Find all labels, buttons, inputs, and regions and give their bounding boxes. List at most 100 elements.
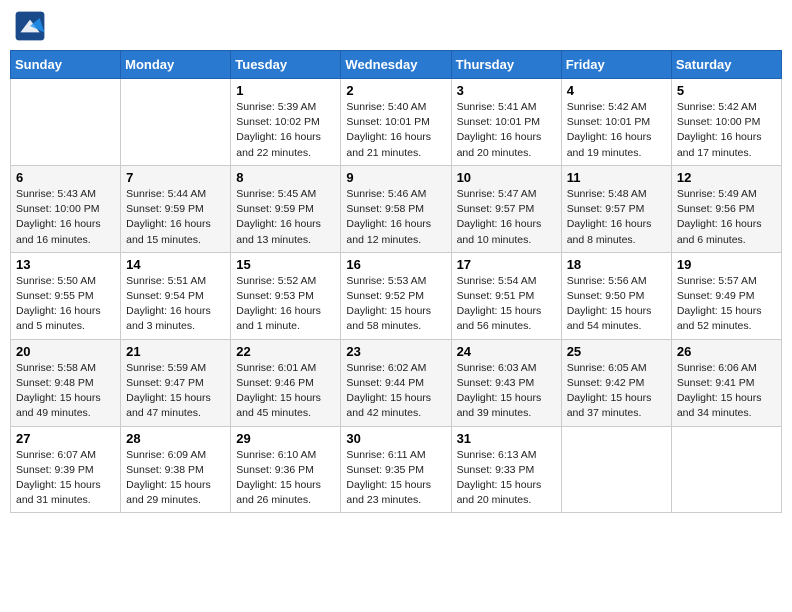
day-info: Sunrise: 5:46 AM Sunset: 9:58 PM Dayligh…	[346, 187, 445, 248]
day-cell: 17 Sunrise: 5:54 AM Sunset: 9:51 PM Dayli…	[451, 252, 561, 339]
day-info: Sunrise: 5:45 AM Sunset: 9:59 PM Dayligh…	[236, 187, 335, 248]
day-cell: 12Sunrise: 5:49 AM Sunset: 9:56 PM Dayli…	[671, 165, 781, 252]
day-cell: 31 Sunrise: 6:13 AM Sunset: 9:33 PM Dayli…	[451, 426, 561, 513]
day-info: Sunrise: 6:05 AM Sunset: 9:42 PM Dayligh…	[567, 361, 666, 422]
day-cell: 1 Sunrise: 5:39 AM Sunset: 10:02 PM Dayli…	[231, 79, 341, 166]
day-cell: 13 Sunrise: 5:50 AM Sunset: 9:55 PM Dayli…	[11, 252, 121, 339]
day-info: Sunrise: 5:54 AM Sunset: 9:51 PM Dayligh…	[457, 274, 556, 335]
week-row-4: 20Sunrise: 5:58 AM Sunset: 9:48 PM Dayli…	[11, 339, 782, 426]
day-number: 15	[236, 257, 335, 272]
week-row-1: 1 Sunrise: 5:39 AM Sunset: 10:02 PM Dayli…	[11, 79, 782, 166]
day-cell: 14 Sunrise: 5:51 AM Sunset: 9:54 PM Dayli…	[121, 252, 231, 339]
day-info: Sunrise: 5:41 AM Sunset: 10:01 PM Daylig…	[457, 100, 556, 161]
calendar-table: SundayMondayTuesdayWednesdayThursdayFrid…	[10, 50, 782, 513]
day-cell: 4 Sunrise: 5:42 AM Sunset: 10:01 PM Dayli…	[561, 79, 671, 166]
day-cell: 21Sunrise: 5:59 AM Sunset: 9:47 PM Dayli…	[121, 339, 231, 426]
weekday-header-sunday: Sunday	[11, 51, 121, 79]
day-cell: 11 Sunrise: 5:48 AM Sunset: 9:57 PM Dayli…	[561, 165, 671, 252]
weekday-header-friday: Friday	[561, 51, 671, 79]
day-info: Sunrise: 6:03 AM Sunset: 9:43 PM Dayligh…	[457, 361, 556, 422]
day-info: Sunrise: 5:42 AM Sunset: 10:01 PM Daylig…	[567, 100, 666, 161]
day-info: Sunrise: 5:48 AM Sunset: 9:57 PM Dayligh…	[567, 187, 666, 248]
week-row-3: 13 Sunrise: 5:50 AM Sunset: 9:55 PM Dayli…	[11, 252, 782, 339]
day-cell: 20Sunrise: 5:58 AM Sunset: 9:48 PM Dayli…	[11, 339, 121, 426]
day-number: 14	[126, 257, 225, 272]
day-cell	[671, 426, 781, 513]
day-cell: 23 Sunrise: 6:02 AM Sunset: 9:44 PM Dayli…	[341, 339, 451, 426]
day-cell	[11, 79, 121, 166]
weekday-header-saturday: Saturday	[671, 51, 781, 79]
day-cell: 9 Sunrise: 5:46 AM Sunset: 9:58 PM Daylig…	[341, 165, 451, 252]
day-cell: 2 Sunrise: 5:40 AM Sunset: 10:01 PM Dayli…	[341, 79, 451, 166]
day-number: 5	[677, 83, 776, 98]
day-number: 24	[457, 344, 556, 359]
day-number: 13	[16, 257, 115, 272]
day-number: 9	[346, 170, 445, 185]
logo-icon	[14, 10, 46, 42]
day-number: 23	[346, 344, 445, 359]
weekday-header-thursday: Thursday	[451, 51, 561, 79]
day-cell: 16 Sunrise: 5:53 AM Sunset: 9:52 PM Dayli…	[341, 252, 451, 339]
day-info: Sunrise: 5:50 AM Sunset: 9:55 PM Dayligh…	[16, 274, 115, 335]
day-info: Sunrise: 6:01 AM Sunset: 9:46 PM Dayligh…	[236, 361, 335, 422]
day-number: 4	[567, 83, 666, 98]
day-cell: 7Sunrise: 5:44 AM Sunset: 9:59 PM Daylig…	[121, 165, 231, 252]
day-info: Sunrise: 6:06 AM Sunset: 9:41 PM Dayligh…	[677, 361, 776, 422]
day-number: 22	[236, 344, 335, 359]
day-cell: 26 Sunrise: 6:06 AM Sunset: 9:41 PM Dayli…	[671, 339, 781, 426]
day-cell: 10Sunrise: 5:47 AM Sunset: 9:57 PM Dayli…	[451, 165, 561, 252]
day-cell: 15 Sunrise: 5:52 AM Sunset: 9:53 PM Dayli…	[231, 252, 341, 339]
day-number: 18	[567, 257, 666, 272]
weekday-header-tuesday: Tuesday	[231, 51, 341, 79]
day-info: Sunrise: 6:09 AM Sunset: 9:38 PM Dayligh…	[126, 448, 225, 509]
day-number: 7	[126, 170, 225, 185]
day-info: Sunrise: 5:47 AM Sunset: 9:57 PM Dayligh…	[457, 187, 556, 248]
day-cell: 19 Sunrise: 5:57 AM Sunset: 9:49 PM Dayli…	[671, 252, 781, 339]
day-number: 2	[346, 83, 445, 98]
day-number: 6	[16, 170, 115, 185]
day-number: 8	[236, 170, 335, 185]
day-info: Sunrise: 6:10 AM Sunset: 9:36 PM Dayligh…	[236, 448, 335, 509]
day-cell: 22 Sunrise: 6:01 AM Sunset: 9:46 PM Dayli…	[231, 339, 341, 426]
day-number: 25	[567, 344, 666, 359]
day-number: 28	[126, 431, 225, 446]
day-info: Sunrise: 5:40 AM Sunset: 10:01 PM Daylig…	[346, 100, 445, 161]
day-number: 31	[457, 431, 556, 446]
day-cell: 5 Sunrise: 5:42 AM Sunset: 10:00 PM Dayli…	[671, 79, 781, 166]
day-info: Sunrise: 6:07 AM Sunset: 9:39 PM Dayligh…	[16, 448, 115, 509]
day-number: 16	[346, 257, 445, 272]
day-number: 26	[677, 344, 776, 359]
day-info: Sunrise: 5:51 AM Sunset: 9:54 PM Dayligh…	[126, 274, 225, 335]
day-info: Sunrise: 6:13 AM Sunset: 9:33 PM Dayligh…	[457, 448, 556, 509]
day-info: Sunrise: 5:42 AM Sunset: 10:00 PM Daylig…	[677, 100, 776, 161]
weekday-header-wednesday: Wednesday	[341, 51, 451, 79]
day-cell: 3 Sunrise: 5:41 AM Sunset: 10:01 PM Dayli…	[451, 79, 561, 166]
day-info: Sunrise: 5:39 AM Sunset: 10:02 PM Daylig…	[236, 100, 335, 161]
day-number: 3	[457, 83, 556, 98]
day-number: 19	[677, 257, 776, 272]
day-info: Sunrise: 5:49 AM Sunset: 9:56 PM Dayligh…	[677, 187, 776, 248]
week-row-5: 27Sunrise: 6:07 AM Sunset: 9:39 PM Dayli…	[11, 426, 782, 513]
day-cell	[121, 79, 231, 166]
week-row-2: 6Sunrise: 5:43 AM Sunset: 10:00 PM Dayli…	[11, 165, 782, 252]
day-number: 17	[457, 257, 556, 272]
day-info: Sunrise: 5:52 AM Sunset: 9:53 PM Dayligh…	[236, 274, 335, 335]
day-cell: 8 Sunrise: 5:45 AM Sunset: 9:59 PM Daylig…	[231, 165, 341, 252]
day-cell: 27Sunrise: 6:07 AM Sunset: 9:39 PM Dayli…	[11, 426, 121, 513]
day-info: Sunrise: 5:57 AM Sunset: 9:49 PM Dayligh…	[677, 274, 776, 335]
page-header	[10, 10, 782, 42]
weekday-header-row: SundayMondayTuesdayWednesdayThursdayFrid…	[11, 51, 782, 79]
day-info: Sunrise: 5:56 AM Sunset: 9:50 PM Dayligh…	[567, 274, 666, 335]
day-number: 1	[236, 83, 335, 98]
day-info: Sunrise: 5:53 AM Sunset: 9:52 PM Dayligh…	[346, 274, 445, 335]
day-number: 30	[346, 431, 445, 446]
day-cell: 25 Sunrise: 6:05 AM Sunset: 9:42 PM Dayli…	[561, 339, 671, 426]
day-number: 20	[16, 344, 115, 359]
logo	[14, 10, 48, 42]
day-number: 11	[567, 170, 666, 185]
day-cell: 29Sunrise: 6:10 AM Sunset: 9:36 PM Dayli…	[231, 426, 341, 513]
day-info: Sunrise: 6:02 AM Sunset: 9:44 PM Dayligh…	[346, 361, 445, 422]
day-cell: 28 Sunrise: 6:09 AM Sunset: 9:38 PM Dayli…	[121, 426, 231, 513]
weekday-header-monday: Monday	[121, 51, 231, 79]
day-number: 21	[126, 344, 225, 359]
